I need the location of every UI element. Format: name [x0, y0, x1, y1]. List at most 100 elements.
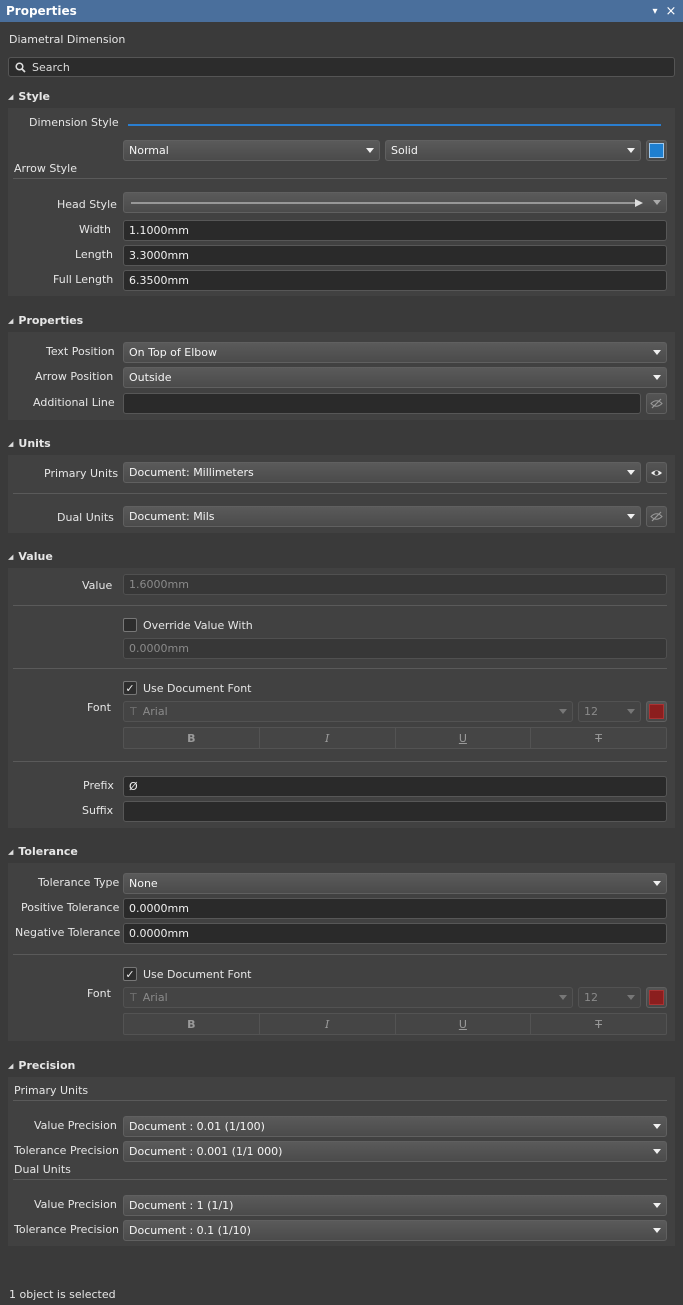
width-label: Width — [79, 223, 111, 236]
bold-button: B — [124, 728, 260, 748]
primary-tolerance-precision-label: Tolerance Precision — [14, 1144, 120, 1157]
chevron-down-icon — [653, 200, 661, 205]
suffix-label: Suffix — [82, 804, 114, 817]
dual-units-label: Dual Units — [57, 511, 114, 524]
value-field: 1.6000mm — [123, 574, 667, 595]
primary-units-subheader: Primary Units — [14, 1084, 89, 1097]
font-color-button — [646, 701, 667, 722]
full-length-label: Full Length — [53, 273, 114, 286]
checkbox-box — [123, 618, 137, 632]
font-name-select: T Arial — [123, 701, 573, 722]
negative-tolerance-label: Negative Tolerance — [15, 926, 121, 939]
collapse-triangle-icon: ◢ — [8, 316, 14, 325]
arrow-style-label: Arrow Style — [14, 162, 77, 175]
visibility-button[interactable] — [646, 462, 667, 483]
checkmark-icon: ✓ — [123, 681, 137, 695]
line-style-select[interactable]: Solid — [385, 140, 641, 161]
length-label: Length — [75, 248, 113, 261]
chevron-down-icon — [559, 709, 567, 714]
full-length-field[interactable]: 6.3500mm — [123, 270, 667, 291]
length-field[interactable]: 3.3000mm — [123, 245, 667, 266]
tolerance-type-select[interactable]: None — [123, 873, 667, 894]
eye-icon — [651, 470, 662, 475]
head-style-select[interactable] — [123, 192, 667, 213]
pin-icon[interactable]: ▾ — [647, 6, 663, 17]
color-picker-button[interactable] — [646, 140, 667, 161]
separator — [13, 493, 667, 494]
tolerance-use-document-font-checkbox[interactable]: ✓ Use Document Font — [123, 967, 251, 981]
section-style-header[interactable]: ◢ Style — [8, 90, 50, 103]
head-style-label: Head Style — [57, 198, 117, 211]
dual-visibility-off-button[interactable] — [646, 506, 667, 527]
visibility-off-button[interactable] — [646, 393, 667, 414]
collapse-triangle-icon: ◢ — [8, 439, 14, 448]
chevron-down-icon — [653, 1149, 661, 1154]
use-document-font-checkbox[interactable]: ✓ Use Document Font — [123, 681, 251, 695]
strikethrough-button: T — [595, 731, 602, 745]
chevron-down-icon — [653, 350, 661, 355]
override-value-field: 0.0000mm — [123, 638, 667, 659]
collapse-triangle-icon: ◢ — [8, 92, 14, 101]
strikethrough-button: T — [595, 1017, 602, 1031]
chevron-down-icon — [627, 709, 635, 714]
checkmark-icon: ✓ — [123, 967, 137, 981]
close-icon[interactable]: × — [663, 4, 679, 19]
dual-tolerance-precision-select[interactable]: Document : 0.1 (1/10) — [123, 1220, 667, 1241]
italic-button: I — [260, 728, 396, 748]
search-input[interactable] — [32, 60, 674, 74]
color-swatch — [649, 143, 664, 158]
separator — [13, 668, 667, 669]
suffix-field[interactable] — [123, 801, 667, 822]
separator — [13, 1100, 667, 1101]
chevron-down-icon — [653, 375, 661, 380]
separator — [13, 761, 667, 762]
primary-tolerance-precision-select[interactable]: Document : 0.001 (1/1 000) — [123, 1141, 667, 1162]
text-position-select[interactable]: On Top of Elbow — [123, 342, 667, 363]
separator — [13, 954, 667, 955]
arrow-position-select[interactable]: Outside — [123, 367, 667, 388]
chevron-down-icon — [653, 1203, 661, 1208]
primary-value-precision-select[interactable]: Document : 0.01 (1/100) — [123, 1116, 667, 1137]
search-box[interactable] — [8, 57, 675, 77]
search-icon — [15, 61, 26, 73]
dual-value-precision-label: Value Precision — [34, 1198, 117, 1211]
section-precision-header[interactable]: ◢ Precision — [8, 1059, 75, 1072]
override-value-checkbox[interactable]: Override Value With — [123, 618, 253, 632]
chevron-down-icon — [366, 148, 374, 153]
positive-tolerance-field[interactable]: 0.0000mm — [123, 898, 667, 919]
font-color-swatch — [649, 704, 664, 719]
dimension-style-label: Dimension Style — [29, 116, 119, 129]
section-properties-header[interactable]: ◢ Properties — [8, 314, 83, 327]
font-type-icon: T — [130, 705, 137, 718]
eye-off-icon — [650, 511, 663, 522]
separator — [13, 605, 667, 606]
dual-units-select[interactable]: Document: Mils — [123, 506, 641, 527]
section-units-header[interactable]: ◢ Units — [8, 437, 51, 450]
dual-value-precision-select[interactable]: Document : 1 (1/1) — [123, 1195, 667, 1216]
panel-title-bar: Properties ▾ × — [0, 0, 683, 22]
tolerance-type-label: Tolerance Type — [38, 876, 120, 889]
chevron-down-icon — [653, 1124, 661, 1129]
italic-button: I — [260, 1014, 396, 1034]
chevron-down-icon — [627, 995, 635, 1000]
collapse-triangle-icon: ◢ — [8, 1061, 14, 1070]
dual-tolerance-precision-label: Tolerance Precision — [14, 1223, 120, 1236]
chevron-down-icon — [627, 470, 635, 475]
prefix-field[interactable]: Ø — [123, 776, 667, 797]
additional-line-field[interactable] — [123, 393, 641, 414]
primary-units-select[interactable]: Document: Millimeters — [123, 462, 641, 483]
status-bar-text: 1 object is selected — [9, 1288, 116, 1301]
primary-units-label: Primary Units — [44, 467, 119, 480]
negative-tolerance-field[interactable]: 0.0000mm — [123, 923, 667, 944]
collapse-triangle-icon: ◢ — [8, 847, 14, 856]
chevron-down-icon — [627, 148, 635, 153]
width-field[interactable]: 1.1000mm — [123, 220, 667, 241]
object-type-label: Diametral Dimension — [9, 33, 126, 46]
line-width-select[interactable]: Normal — [123, 140, 380, 161]
chevron-down-icon — [559, 995, 567, 1000]
chevron-down-icon — [653, 1228, 661, 1233]
section-value-header[interactable]: ◢ Value — [8, 550, 53, 563]
section-tolerance-header[interactable]: ◢ Tolerance — [8, 845, 78, 858]
separator — [13, 178, 667, 179]
font-color-swatch — [649, 990, 664, 1005]
